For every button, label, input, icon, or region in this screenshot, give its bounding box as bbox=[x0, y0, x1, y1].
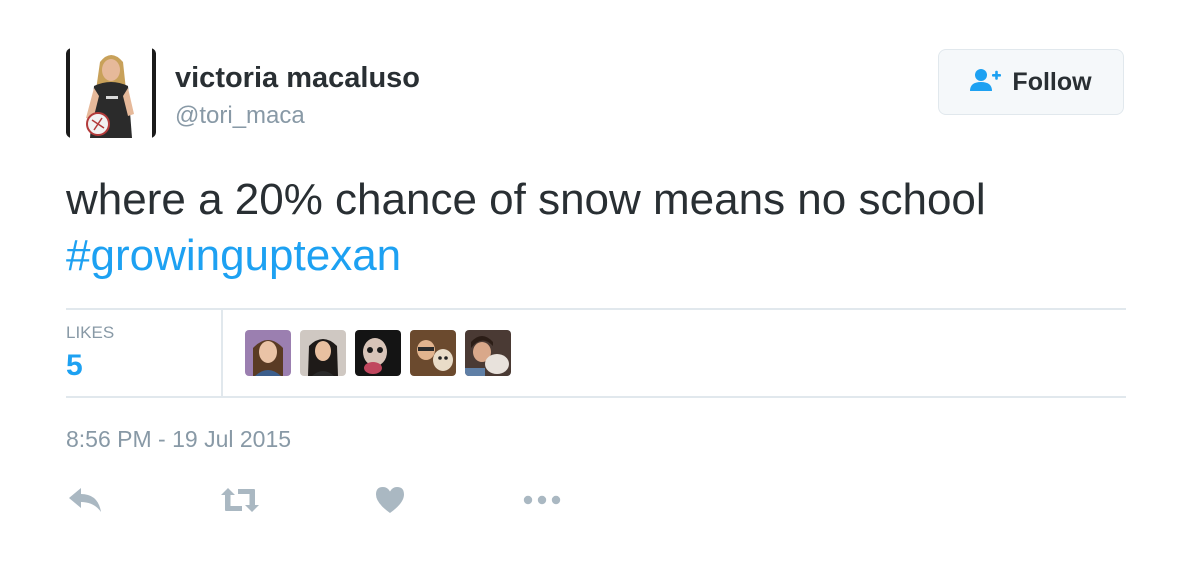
liker-avatar-5[interactable] bbox=[465, 330, 511, 376]
user-fullname[interactable]: victoria macaluso bbox=[175, 62, 420, 95]
stats-top-divider bbox=[66, 308, 1126, 310]
follow-user-icon bbox=[970, 68, 1002, 97]
retweet-icon bbox=[221, 488, 259, 512]
more-icon bbox=[523, 495, 561, 505]
tweet-text: where a 20% chance of snow means no scho… bbox=[66, 172, 1146, 284]
tweet-card: victoria macaluso @tori_maca Follow wher… bbox=[0, 0, 1200, 566]
more-button[interactable] bbox=[523, 482, 561, 518]
likers-list bbox=[245, 330, 511, 376]
like-icon bbox=[376, 487, 404, 513]
likes-count[interactable]: 5 bbox=[66, 349, 83, 383]
likes-label: LIKES bbox=[66, 323, 115, 342]
retweet-button[interactable] bbox=[220, 482, 260, 518]
liker-avatar-2[interactable] bbox=[300, 330, 346, 376]
follow-button[interactable]: Follow bbox=[938, 49, 1124, 115]
tweet-body: where a 20% chance of snow means no scho… bbox=[66, 175, 986, 224]
reply-icon bbox=[69, 488, 101, 512]
stats-bottom-divider bbox=[66, 396, 1126, 398]
like-button[interactable] bbox=[375, 482, 405, 518]
follow-button-label: Follow bbox=[1012, 67, 1092, 96]
tweet-timestamp[interactable]: 8:56 PM - 19 Jul 2015 bbox=[66, 426, 291, 453]
hashtag-link[interactable]: #growinguptexan bbox=[66, 228, 401, 284]
liker-avatar-4[interactable] bbox=[410, 330, 456, 376]
liker-avatar-1[interactable] bbox=[245, 330, 291, 376]
avatar[interactable] bbox=[66, 48, 156, 138]
reply-button[interactable] bbox=[68, 482, 102, 518]
profile-photo-icon bbox=[66, 48, 156, 138]
user-username[interactable]: @tori_maca bbox=[175, 102, 305, 130]
liker-avatar-3[interactable] bbox=[355, 330, 401, 376]
stats-separator bbox=[221, 310, 223, 396]
